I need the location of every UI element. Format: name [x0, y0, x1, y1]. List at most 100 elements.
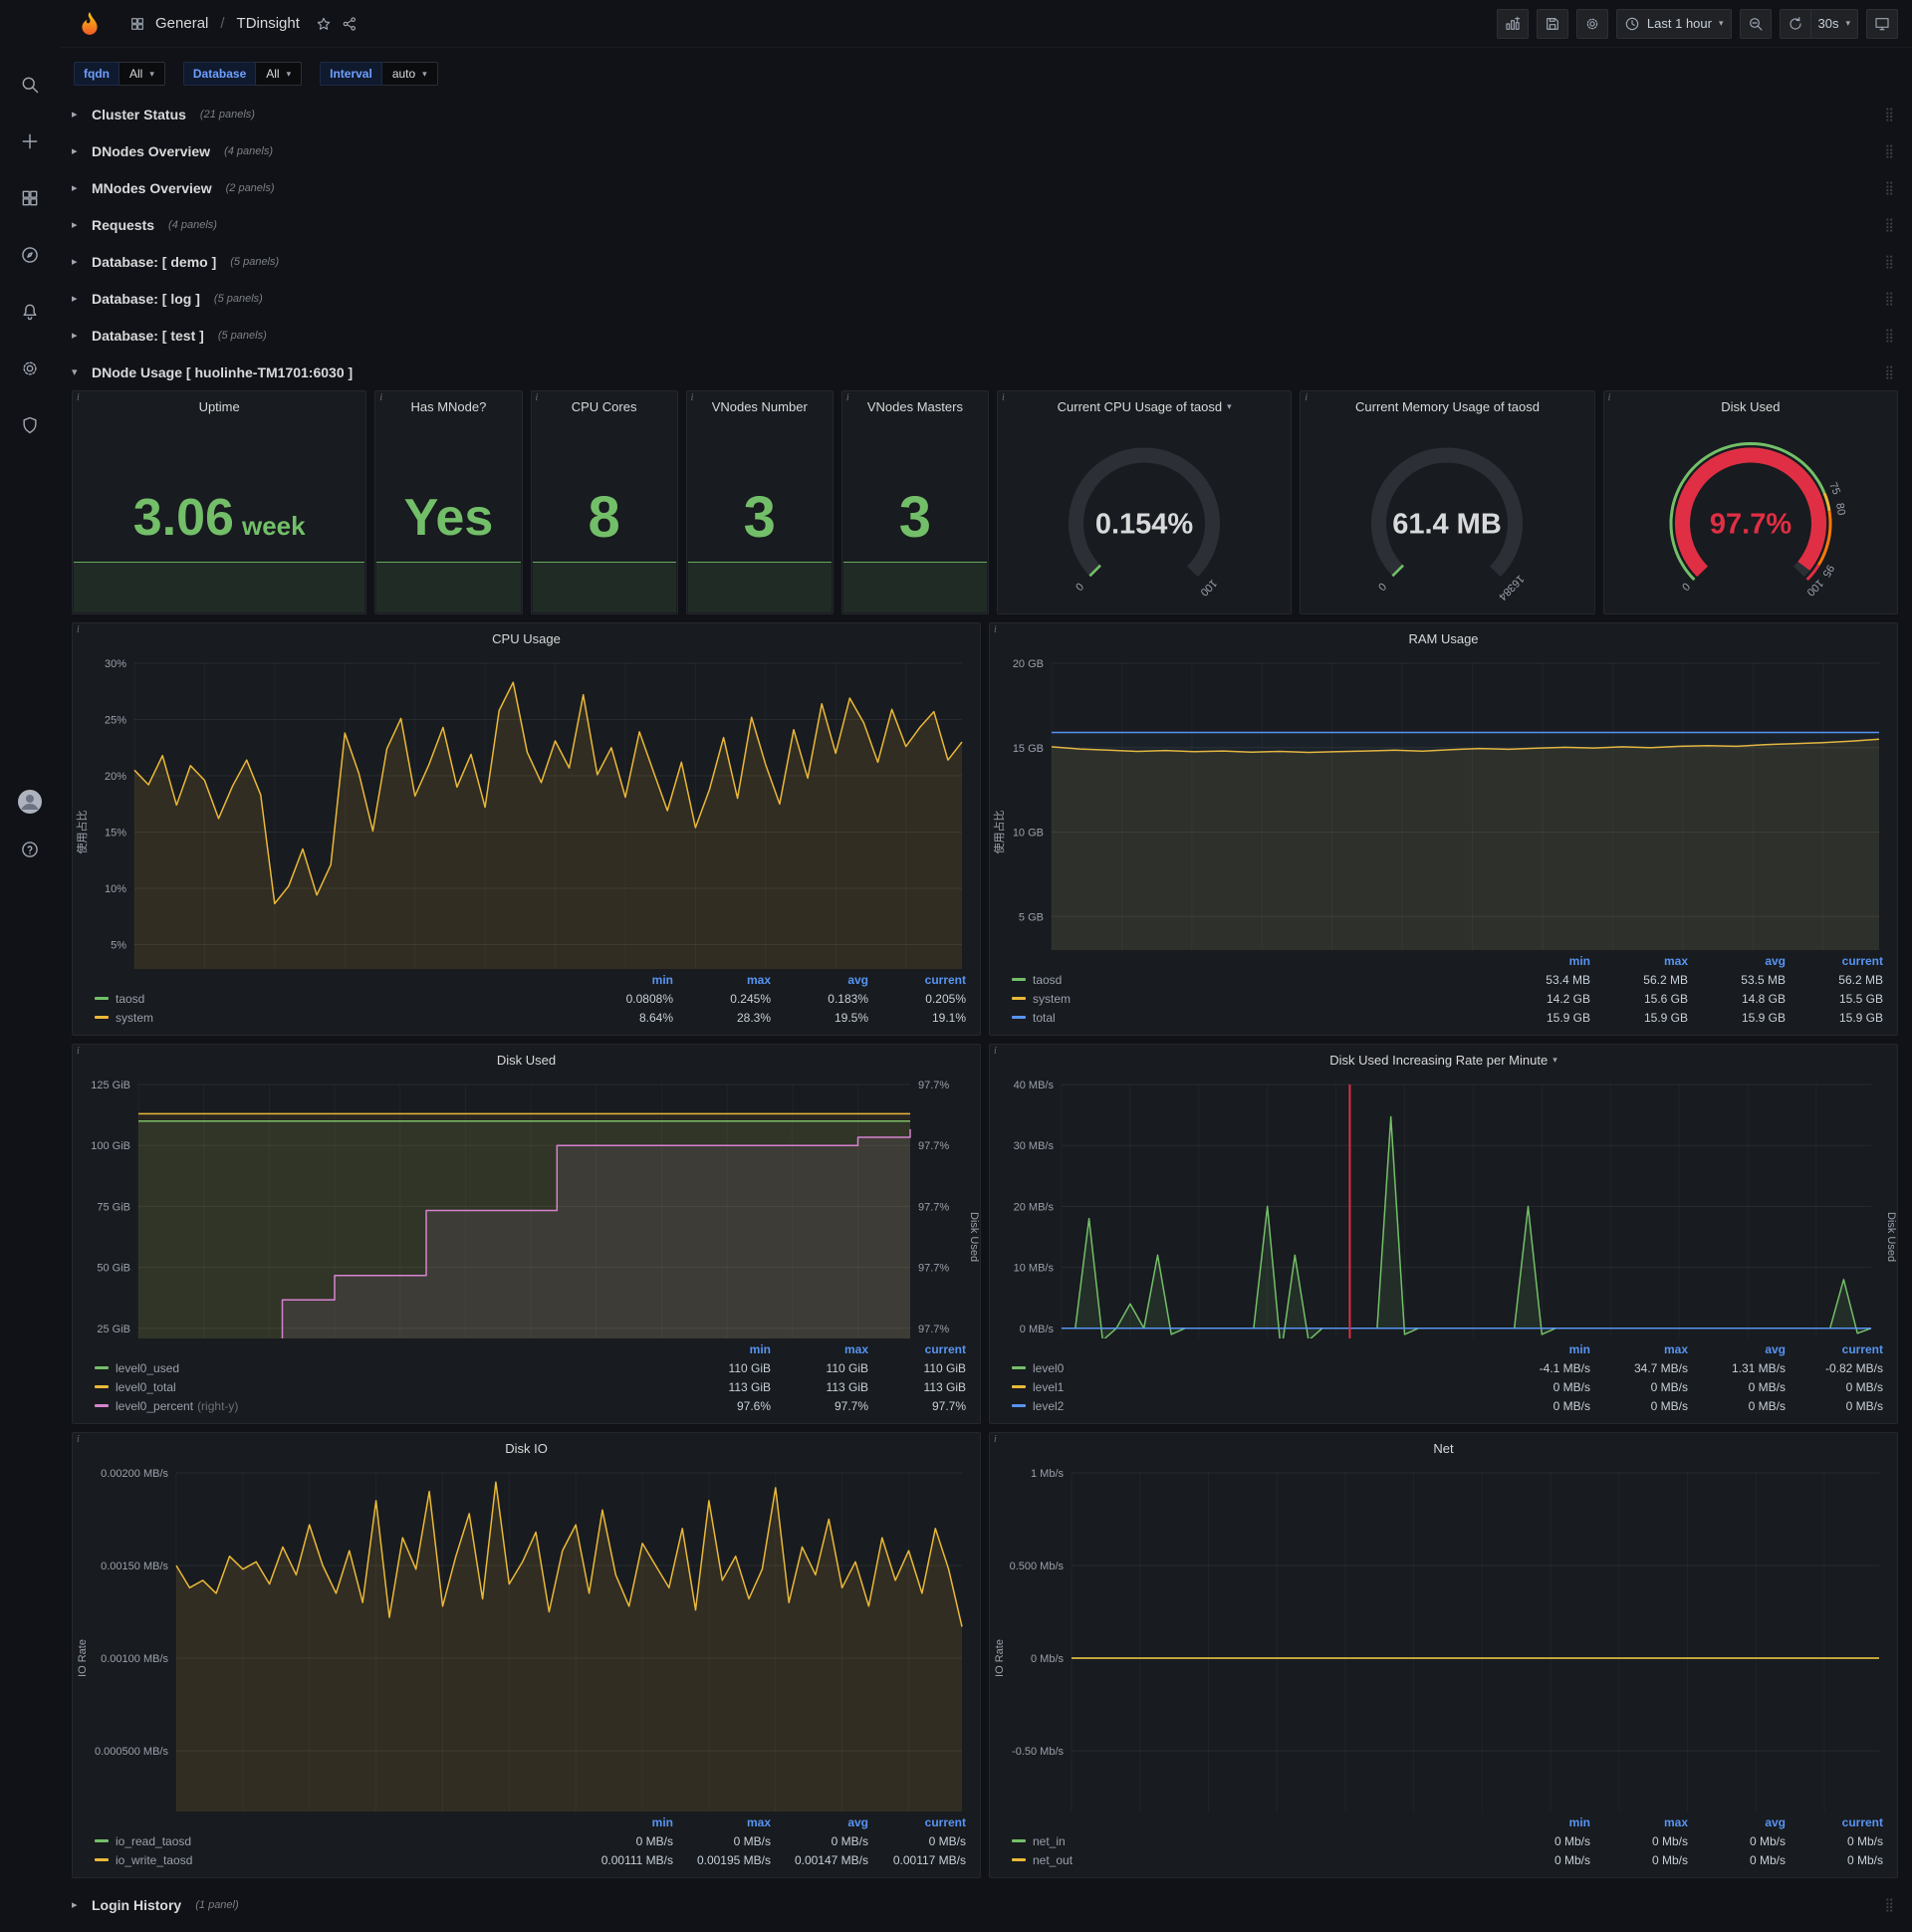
series-name[interactable]: system	[116, 1011, 153, 1025]
user-avatar[interactable]	[12, 787, 48, 817]
panel-info-icon[interactable]: i	[77, 624, 80, 635]
legend-column-header[interactable]: avg	[1688, 1815, 1786, 1829]
series-name[interactable]: level0_total	[116, 1380, 176, 1394]
series-name[interactable]: net_out	[1033, 1853, 1073, 1867]
panel-info-icon[interactable]: i	[77, 1434, 80, 1445]
panel-info-icon[interactable]: i	[77, 1046, 80, 1057]
row-drag-handle[interactable]: ⣿	[1884, 328, 1894, 344]
panel-info-icon[interactable]: i	[1608, 392, 1611, 403]
dashboard-row[interactable]: ▸ DNodes Overview (4 panels) ⣿	[62, 132, 1898, 169]
series-color-swatch[interactable]	[95, 997, 109, 1000]
panel-info-icon[interactable]: i	[846, 392, 849, 403]
legend-column-header[interactable]: max	[673, 1815, 771, 1829]
legend-column-header[interactable]: current	[868, 973, 966, 987]
zoom-out-button[interactable]	[1739, 8, 1772, 39]
panel-title[interactable]: Current Memory Usage of taosd	[1301, 391, 1593, 421]
series-name[interactable]: level1	[1033, 1380, 1064, 1394]
panel-info-icon[interactable]: i	[994, 624, 997, 635]
dashboard-row[interactable]: ▸ Cluster Status (21 panels) ⣿	[62, 96, 1898, 132]
series-color-swatch[interactable]	[95, 1858, 109, 1861]
row-login-history[interactable]: ▸ Login History (1 panel) ⣿	[62, 1886, 1898, 1923]
series-name[interactable]: level0_percent	[116, 1399, 193, 1413]
cycle-view-button[interactable]	[1866, 8, 1898, 39]
panel-title[interactable]: Has MNode?	[375, 391, 521, 421]
series-color-swatch[interactable]	[1012, 1016, 1026, 1019]
row-drag-handle[interactable]: ⣿	[1884, 254, 1894, 270]
panel-info-icon[interactable]: i	[994, 1046, 997, 1057]
series-color-swatch[interactable]	[95, 1366, 109, 1369]
dashboard-row[interactable]: ▸ Database: [ demo ] (5 panels) ⣿	[62, 243, 1898, 280]
series-name[interactable]: level0	[1033, 1361, 1064, 1375]
series-name[interactable]: net_in	[1033, 1834, 1066, 1848]
sidebar-item-alerting[interactable]	[12, 297, 48, 327]
chart-plot-area[interactable]: -1 Mb/s-0.50 Mb/s0 Mb/s0.500 Mb/s1 Mb/s0…	[990, 1463, 1897, 1811]
legend-column-header[interactable]: avg	[1688, 954, 1786, 968]
legend-column-header[interactable]: max	[673, 973, 771, 987]
legend-column-header[interactable]: min	[576, 973, 673, 987]
series-color-swatch[interactable]	[1012, 1839, 1026, 1842]
panel-title[interactable]: Disk IO▾	[73, 1433, 980, 1463]
variable-value-dropdown[interactable]: auto ▾	[381, 62, 438, 86]
panel-title[interactable]: VNodes Number	[687, 391, 833, 421]
panel-title[interactable]: Disk Used▾	[73, 1045, 980, 1075]
panel-title[interactable]: CPU Usage▾	[73, 623, 980, 653]
legend-column-header[interactable]: min	[1493, 1815, 1590, 1829]
legend-column-header[interactable]: current	[1786, 1815, 1883, 1829]
share-icon[interactable]	[342, 16, 358, 32]
series-color-swatch[interactable]	[1012, 1858, 1026, 1861]
series-name[interactable]: io_write_taosd	[116, 1853, 192, 1867]
legend-column-header[interactable]: max	[1590, 1815, 1688, 1829]
row-drag-handle[interactable]: ⣿	[1884, 107, 1894, 122]
series-name[interactable]: total	[1033, 1011, 1056, 1025]
dashboard-row[interactable]: ▸ Database: [ log ] (5 panels) ⣿	[62, 280, 1898, 317]
panel-title[interactable]: Uptime	[73, 391, 365, 421]
time-range-picker[interactable]: Last 1 hour ▾	[1615, 8, 1732, 39]
panel-title[interactable]: Disk Used Increasing Rate per Minute ▾	[990, 1045, 1897, 1075]
dashboard-settings-button[interactable]	[1575, 8, 1608, 39]
series-name[interactable]: level0_used	[116, 1361, 179, 1375]
sidebar-item-dashboards[interactable]	[12, 183, 48, 213]
series-color-swatch[interactable]	[95, 1016, 109, 1019]
grafana-logo[interactable]	[60, 9, 120, 39]
panel-title[interactable]: Current CPU Usage of taosd ▾	[998, 391, 1291, 421]
legend-column-header[interactable]: avg	[771, 973, 868, 987]
row-drag-handle[interactable]: ⣿	[1884, 180, 1894, 196]
series-color-swatch[interactable]	[95, 1385, 109, 1388]
refresh-button[interactable]	[1779, 8, 1810, 39]
refresh-interval-dropdown[interactable]: 30s ▾	[1809, 8, 1858, 39]
series-color-swatch[interactable]	[1012, 997, 1026, 1000]
series-color-swatch[interactable]	[1012, 1404, 1026, 1407]
legend-column-header[interactable]: current	[868, 1815, 966, 1829]
series-color-swatch[interactable]	[1012, 1366, 1026, 1369]
series-name[interactable]: io_read_taosd	[116, 1834, 191, 1848]
sidebar-item-explore[interactable]	[12, 240, 48, 270]
save-dashboard-button[interactable]	[1536, 8, 1568, 39]
series-name[interactable]: level2	[1033, 1399, 1064, 1413]
row-drag-handle[interactable]: ⣿	[1884, 1897, 1894, 1913]
dashboard-row[interactable]: ▸ Database: [ test ] (5 panels) ⣿	[62, 317, 1898, 354]
legend-column-header[interactable]: min	[1493, 1342, 1590, 1356]
chart-plot-area[interactable]: -10 MB/s0 MB/s10 MB/s20 MB/s30 MB/s40 MB…	[990, 1075, 1897, 1338]
legend-column-header[interactable]: avg	[771, 1815, 868, 1829]
series-color-swatch[interactable]	[1012, 1385, 1026, 1388]
variable-value-dropdown[interactable]: All ▾	[120, 62, 165, 86]
sidebar-item-help[interactable]	[12, 835, 48, 864]
panel-info-icon[interactable]: i	[1305, 392, 1308, 403]
dashboard-row[interactable]: ▸ Requests (4 panels) ⣿	[62, 206, 1898, 243]
legend-column-header[interactable]: current	[1786, 954, 1883, 968]
row-dnode-usage[interactable]: ▾ DNode Usage [ huolinhe-TM1701:6030 ] ⣿	[62, 354, 1898, 390]
panel-info-icon[interactable]: i	[536, 392, 539, 403]
legend-column-header[interactable]: min	[673, 1342, 771, 1356]
panel-info-icon[interactable]: i	[1002, 392, 1005, 403]
variable-value-dropdown[interactable]: All ▾	[256, 62, 303, 86]
series-name[interactable]: taosd	[116, 992, 144, 1006]
row-drag-handle[interactable]: ⣿	[1884, 217, 1894, 233]
sidebar-item-create[interactable]	[12, 126, 48, 156]
panel-info-icon[interactable]: i	[994, 1434, 997, 1445]
chart-plot-area[interactable]: 0%5%10%15%20%25%30%01:0001:0501:1001:150…	[73, 653, 980, 969]
star-icon[interactable]	[316, 16, 332, 32]
legend-column-header[interactable]: max	[1590, 1342, 1688, 1356]
row-drag-handle[interactable]: ⣿	[1884, 364, 1894, 380]
row-drag-handle[interactable]: ⣿	[1884, 143, 1894, 159]
panel-info-icon[interactable]: i	[691, 392, 694, 403]
